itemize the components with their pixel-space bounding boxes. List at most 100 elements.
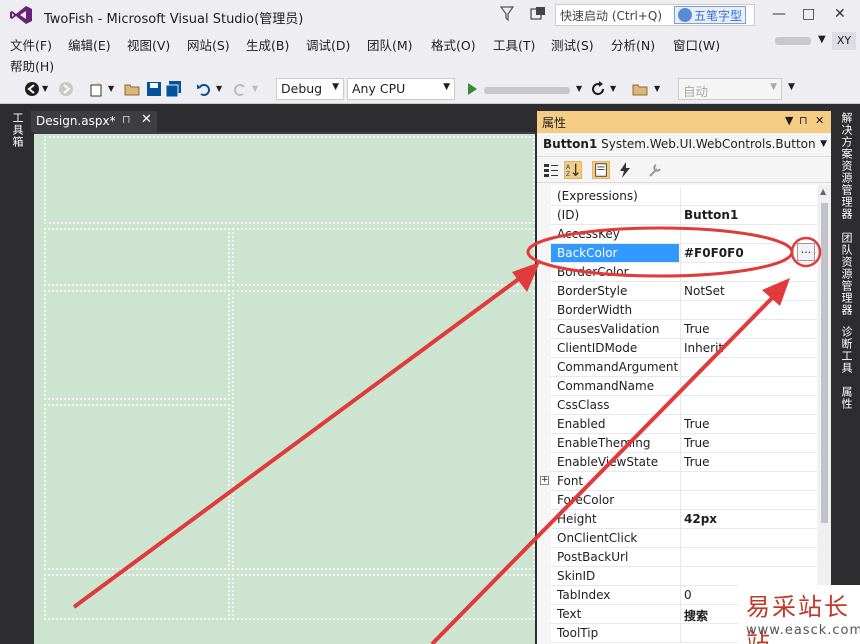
property-value[interactable]: NotSet — [684, 284, 794, 298]
property-row[interactable]: ForeColor — [551, 491, 817, 510]
property-row[interactable]: BorderStyle NotSet — [551, 282, 817, 301]
property-row[interactable]: ClientIDMode Inherit — [551, 339, 817, 358]
menu-view[interactable]: 视图(V) — [127, 35, 170, 54]
undo-caret-icon[interactable]: ▼ — [216, 84, 232, 100]
property-row[interactable]: BorderColor — [551, 263, 817, 282]
back-dropdown-caret-icon[interactable]: ▼ — [42, 84, 58, 100]
property-row[interactable]: SkinID — [551, 567, 817, 586]
alphabetical-icon[interactable]: A Z — [564, 161, 582, 179]
table-cell[interactable] — [44, 404, 230, 570]
property-row[interactable]: OnClientClick — [551, 529, 817, 548]
property-row[interactable]: PostBackUrl — [551, 548, 817, 567]
categorized-icon[interactable] — [542, 161, 560, 179]
property-row[interactable]: (Expressions) — [551, 187, 817, 206]
menu-help[interactable]: 帮助(H) — [10, 56, 54, 75]
panel-menu-caret-icon[interactable]: ▼ — [785, 114, 793, 127]
menu-edit[interactable]: 编辑(E) — [68, 35, 111, 54]
design-surface[interactable] — [34, 132, 535, 644]
menu-debug[interactable]: 调试(D) — [306, 35, 350, 54]
property-value[interactable]: #F0F0F0 — [684, 246, 794, 260]
panel-close-icon[interactable]: ✕ — [815, 114, 824, 127]
close-tab-icon[interactable]: ✕ — [141, 112, 152, 127]
avatar[interactable]: XY — [832, 32, 856, 50]
property-row[interactable]: Height 42px — [551, 510, 817, 529]
undo-icon[interactable] — [196, 81, 212, 97]
document-tab-design-aspx[interactable]: Design.aspx* — [31, 111, 157, 132]
scroll-up-arrow-icon[interactable]: ▲ — [820, 187, 826, 196]
menu-window[interactable]: 窗口(W) — [673, 35, 720, 54]
property-pages-wrench-icon[interactable] — [646, 161, 664, 179]
property-row[interactable]: (ID) Button1 — [551, 206, 817, 225]
table-cell[interactable] — [44, 228, 230, 286]
maximize-button[interactable]: □ — [802, 6, 815, 22]
user-menu-caret-icon[interactable]: ▼ — [818, 34, 826, 45]
toolbar-options-caret-icon[interactable]: ▼ — [788, 82, 804, 98]
property-row[interactable]: AccessKey — [551, 225, 817, 244]
property-value[interactable]: True — [684, 322, 794, 336]
redo-icon[interactable] — [232, 81, 248, 97]
table-cell[interactable] — [232, 290, 535, 570]
save-all-icon[interactable] — [166, 81, 182, 97]
solution-platform-select[interactable]: Any CPU ▼ — [347, 78, 455, 100]
properties-tab[interactable]: 属性 — [838, 386, 854, 410]
notification-icon[interactable] — [530, 6, 546, 22]
feedback-filter-icon[interactable] — [500, 6, 514, 22]
property-row[interactable]: CausesValidation True — [551, 320, 817, 339]
property-value[interactable]: Inherit — [684, 341, 794, 355]
navigate-back-icon[interactable] — [24, 81, 40, 97]
property-row[interactable]: EnableTheming True — [551, 434, 817, 453]
panel-pin-icon[interactable]: ⊓ — [799, 114, 808, 127]
close-window-button[interactable]: ✕ — [834, 6, 846, 22]
menu-tools[interactable]: 工具(T) — [493, 35, 535, 54]
property-value[interactable]: 42px — [684, 512, 794, 526]
redo-caret-icon[interactable]: ▼ — [252, 84, 268, 100]
menu-analyze[interactable]: 分析(N) — [611, 35, 655, 54]
table-cell[interactable] — [44, 574, 230, 620]
property-value[interactable]: True — [684, 417, 794, 431]
new-project-icon[interactable] — [88, 81, 104, 97]
menu-build[interactable]: 生成(B) — [246, 35, 289, 54]
table-cell[interactable] — [232, 574, 535, 620]
team-explorer-tab[interactable]: 团队资源管理器 — [838, 232, 854, 316]
auto-select[interactable]: 自动 ▼ — [678, 78, 782, 100]
refresh-icon[interactable] — [590, 81, 606, 97]
property-row[interactable]: BackColor #F0F0F0 — [551, 244, 817, 263]
solution-explorer-tab[interactable]: 解决方案资源管理器 — [838, 112, 854, 220]
properties-view-icon[interactable] — [592, 161, 610, 179]
property-row[interactable]: EnableViewState True — [551, 453, 817, 472]
scroll-thumb[interactable] — [821, 203, 828, 523]
property-value[interactable]: True — [684, 455, 794, 469]
overflow-caret-icon[interactable]: ▼ — [654, 84, 670, 100]
minimize-button[interactable]: — — [772, 6, 786, 22]
ime-indicator[interactable]: 五笔字型 — [674, 6, 747, 24]
property-row[interactable]: CommandName — [551, 377, 817, 396]
pin-tab-icon[interactable]: ⊓ — [122, 113, 131, 126]
object-selector[interactable]: Button1 System.Web.UI.WebControls.Button… — [537, 133, 831, 157]
menu-website[interactable]: 网站(S) — [187, 35, 230, 54]
property-row[interactable]: CssClass — [551, 396, 817, 415]
quick-launch-input[interactable]: 快速启动 (Ctrl+Q) 五笔字型 — [555, 4, 755, 26]
user-name-blurred[interactable] — [775, 37, 811, 45]
table-cell[interactable] — [232, 228, 535, 286]
diagnostic-tools-tab[interactable]: 诊断工具 — [838, 326, 854, 374]
property-row[interactable]: BorderWidth — [551, 301, 817, 320]
navigate-forward-icon[interactable] — [58, 81, 74, 97]
start-debugging-icon[interactable] — [464, 81, 480, 97]
run-target-blurred[interactable] — [484, 87, 570, 94]
refresh-caret-icon[interactable]: ▼ — [610, 84, 626, 100]
open-file-icon[interactable] — [124, 81, 140, 97]
table-cell[interactable] — [44, 290, 230, 400]
table-cell[interactable] — [44, 136, 535, 224]
property-value[interactable]: True — [684, 436, 794, 450]
font-expand-icon[interactable]: + — [540, 476, 549, 485]
save-icon[interactable] — [146, 81, 162, 97]
menu-test[interactable]: 测试(S) — [551, 35, 594, 54]
property-row[interactable]: Enabled True — [551, 415, 817, 434]
new-project-caret-icon[interactable]: ▼ — [108, 84, 124, 100]
menu-format[interactable]: 格式(O) — [431, 35, 476, 54]
backcolor-ellipsis-button[interactable]: ... — [797, 243, 815, 261]
solution-configuration-select[interactable]: Debug ▼ — [276, 78, 344, 100]
toolbox-tab[interactable]: 工具箱 — [9, 112, 25, 148]
property-row[interactable]: CommandArgument — [551, 358, 817, 377]
property-row[interactable]: Font — [551, 472, 817, 491]
